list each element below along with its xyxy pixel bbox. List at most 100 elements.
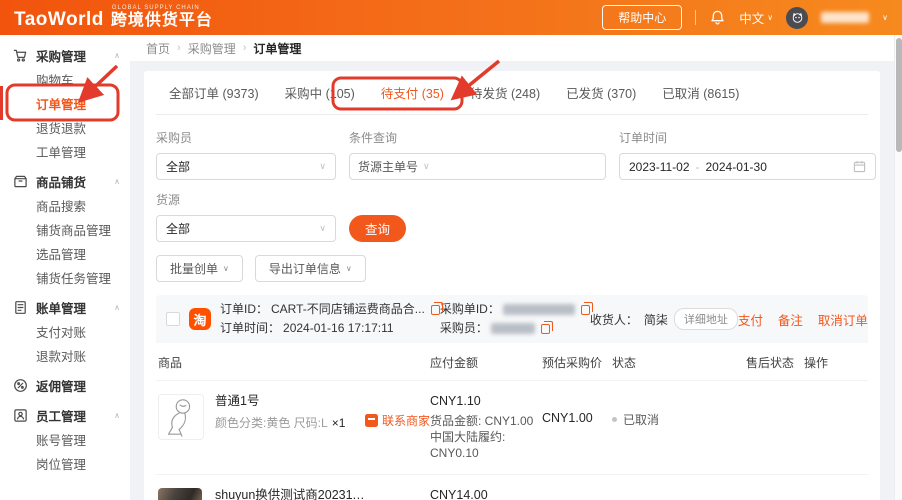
tab-pending-payment[interactable]: 待支付 (35): [368, 71, 457, 114]
chevron-down-icon: ∨: [346, 264, 352, 273]
chevron-up-icon: ∧: [114, 177, 120, 186]
contact-seller-link[interactable]: 联系商家: [365, 412, 430, 429]
bill-icon: [13, 300, 28, 315]
chevron-down-icon: ∨: [319, 161, 326, 172]
sidebar-item-refund-reconciliation[interactable]: 退款对账: [0, 345, 130, 369]
tab-purchasing[interactable]: 采购中 (105): [272, 71, 368, 114]
condition-search-combo: 货源主单号 ∨: [349, 153, 606, 180]
sidebar-section-billing[interactable]: 账单管理 ∧: [0, 294, 130, 321]
sidebar-section-staff[interactable]: 员工管理 ∧: [0, 402, 130, 429]
order-checkbox[interactable]: [166, 312, 180, 326]
order-time-label: 订单时间：: [220, 321, 280, 336]
product-spec: 颜色分类:黄色 尺码:L: [215, 416, 328, 430]
tab-shipped[interactable]: 已发货 (370): [553, 71, 649, 114]
logo-tagline: GLOBAL SUPPLY CHAIN: [112, 5, 200, 11]
bulk-toolbar: 批量创单 ∨ 导出订单信息 ∨: [156, 255, 868, 282]
product-image-sketch[interactable]: [158, 394, 204, 440]
sidebar-item-selection[interactable]: 选品管理: [0, 243, 130, 267]
export-orders-button[interactable]: 导出订单信息 ∨: [255, 255, 366, 282]
sidebar-nav: 采购管理 ∧ 购物车 订单管理 退货退款 工单管理 商品铺货 ∧ 商品搜索 铺货…: [0, 35, 130, 500]
logo-text-en: TaoWorld: [14, 10, 104, 29]
sidebar-item-payment-reconciliation[interactable]: 支付对账: [0, 321, 130, 345]
sidebar-item-returns[interactable]: 退货退款: [0, 117, 130, 141]
user-avatar[interactable]: [786, 7, 808, 29]
tab-pending-shipment[interactable]: 待发货 (248): [457, 71, 553, 114]
col-amount: 应付金额: [430, 354, 542, 371]
copy-icon[interactable]: [581, 305, 590, 315]
address-detail-button[interactable]: 详细地址: [674, 308, 738, 330]
tab-all-orders[interactable]: 全部订单 (9373): [156, 71, 272, 114]
language-selector[interactable]: 中文 ∨: [739, 8, 773, 27]
filter-area: 采购员 全部 ∨ 条件查询 货源主单号 ∨: [156, 115, 868, 242]
notification-bell-icon[interactable]: [709, 9, 726, 26]
sidebar-item-position-management[interactable]: 岗位管理: [0, 453, 130, 477]
order-time-value: 2024-01-16 17:17:11: [283, 321, 394, 336]
calendar-icon: [853, 160, 866, 173]
sidebar-item-listing-tasks[interactable]: 铺货任务管理: [0, 267, 130, 291]
purchaser-label: 采购员：: [440, 321, 488, 336]
scrollbar-thumb[interactable]: [896, 38, 902, 152]
pay-link[interactable]: 支付: [738, 310, 763, 329]
sidebar-item-listing-products[interactable]: 铺货商品管理: [0, 219, 130, 243]
main-content: 首页 › 采购管理 › 订单管理 全部订单 (9373) 采购中 (105) 待…: [130, 35, 894, 500]
tab-cancelled[interactable]: 已取消 (8615): [649, 71, 752, 114]
condition-type-select[interactable]: 货源主单号 ∨: [350, 158, 438, 175]
chevron-up-icon: ∧: [114, 411, 120, 420]
estimated-price: CNY5.00: [542, 488, 612, 500]
product-title[interactable]: shuyun换供测试商20231127-1...: [215, 488, 365, 500]
batch-create-button[interactable]: 批量创单 ∨: [156, 255, 243, 282]
copy-icon[interactable]: [431, 305, 440, 315]
sidebar-item-product-search[interactable]: 商品搜索: [0, 195, 130, 219]
date-to[interactable]: 2024-01-30: [706, 160, 767, 174]
col-aftersale: 售后状态: [746, 354, 804, 371]
source-select[interactable]: 全部 ∨: [156, 215, 336, 242]
sidebar-section-commission[interactable]: 返佣管理: [0, 372, 130, 399]
sidebar-item-order-management[interactable]: 订单管理: [0, 93, 130, 117]
order-id-value: CART-不同店铺运费商品合...: [271, 302, 425, 317]
help-center-button[interactable]: 帮助中心: [602, 5, 682, 30]
top-header: TaoWorld GLOBAL SUPPLY CHAIN 跨境供货平台 帮助中心…: [0, 0, 902, 35]
page-scrollbar[interactable]: [894, 35, 902, 500]
chevron-down-icon: ∨: [223, 264, 229, 273]
order-time-label: 订单时间: [619, 129, 876, 146]
breadcrumb-procurement[interactable]: 采购管理: [188, 40, 236, 57]
fulfillment-fee: 中国大陆履约: CNY0.10: [430, 429, 542, 461]
sidebar-section-procurement[interactable]: 采购管理 ∧: [0, 42, 130, 69]
col-status: 状态: [612, 354, 746, 371]
date-from[interactable]: 2023-11-02: [629, 160, 690, 174]
receiver-label: 收货人：: [590, 311, 638, 328]
breadcrumb-home[interactable]: 首页: [146, 40, 170, 57]
product-title[interactable]: 普通1号: [215, 394, 365, 409]
sidebar-item-cart[interactable]: 购物车: [0, 69, 130, 93]
order-status-tabs: 全部订单 (9373) 采购中 (105) 待支付 (35) 待发货 (248)…: [156, 71, 868, 115]
chevron-down-icon: ∨: [423, 161, 430, 172]
note-link[interactable]: 备注: [778, 310, 803, 329]
col-action: 操作: [804, 354, 866, 371]
table-row: 普通1号 颜色分类:黄色 尺码:L×1 联系商家 CNY1.10 货品金额: C…: [156, 380, 868, 474]
search-button[interactable]: 查询: [349, 215, 406, 242]
breadcrumb: 首页 › 采购管理 › 订单管理: [130, 35, 894, 61]
chevron-up-icon: ∧: [114, 51, 120, 60]
buyer-filter-label: 采购员: [156, 129, 336, 146]
chevron-down-icon[interactable]: ∨: [882, 13, 888, 22]
breadcrumb-separator: ›: [177, 42, 181, 54]
sidebar-section-product-listing[interactable]: 商品铺货 ∧: [0, 168, 130, 195]
condition-search-input[interactable]: [438, 154, 605, 179]
table-header: 商品 应付金额 预估采购价 状态 售后状态 操作: [156, 343, 868, 380]
product-image-photo[interactable]: [158, 488, 202, 500]
goods-amount: 货品金额: CNY1.00: [430, 413, 542, 429]
sidebar-item-work-orders[interactable]: 工单管理: [0, 141, 130, 165]
order-group-header: 淘 订单ID： CART-不同店铺运费商品合... 订单时间： 2024-01-…: [156, 295, 868, 343]
breadcrumb-current: 订单管理: [253, 40, 301, 57]
cancel-order-link[interactable]: 取消订单: [818, 310, 868, 329]
buyer-select[interactable]: 全部 ∨: [156, 153, 336, 180]
app-logo: TaoWorld GLOBAL SUPPLY CHAIN 跨境供货平台: [14, 6, 213, 29]
chevron-down-icon: ∨: [767, 13, 773, 22]
order-date-range-picker[interactable]: 2023-11-02 - 2024-01-30: [619, 153, 876, 180]
chevron-down-icon: ∨: [319, 223, 326, 234]
sidebar-item-account-management[interactable]: 账号管理: [0, 429, 130, 453]
copy-icon[interactable]: [541, 324, 550, 334]
package-icon: [13, 174, 28, 189]
receiver-name: 简柒: [644, 311, 668, 328]
percent-icon: [13, 378, 28, 393]
